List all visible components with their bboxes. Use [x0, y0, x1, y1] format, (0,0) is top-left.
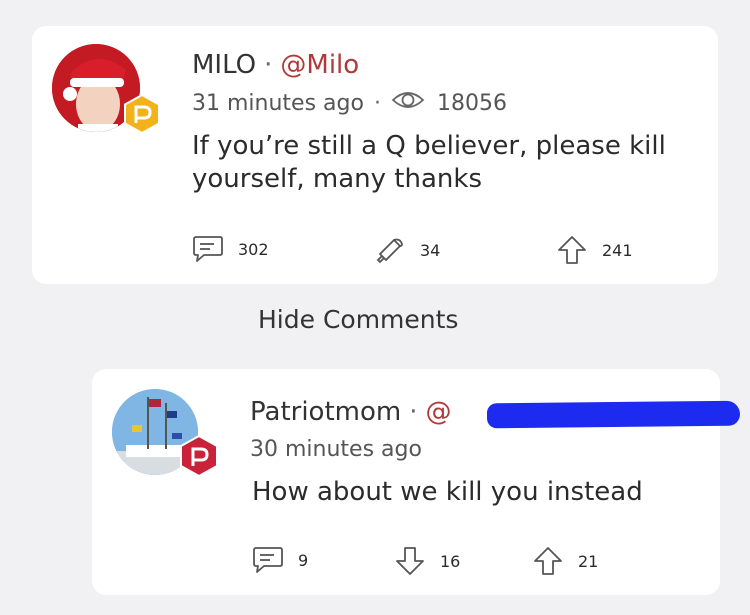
author-name[interactable]: MILO	[192, 50, 256, 80]
post-meta: 31 minutes ago · 18056	[192, 90, 507, 116]
speech-bubble-icon	[252, 545, 284, 575]
arrow-down-icon	[394, 545, 426, 577]
post-card: MILO · @Milo 31 minutes ago · 18056 If you…	[32, 26, 718, 284]
arrow-up-icon	[556, 234, 588, 266]
upvote-count: 21	[578, 551, 599, 571]
megaphone-icon	[374, 234, 406, 266]
separator-dot: ·	[264, 50, 273, 80]
upvote-count: 241	[602, 240, 633, 260]
comment-count: 302	[238, 239, 269, 259]
hide-comments-button[interactable]: Hide Comments	[258, 305, 458, 334]
arrow-up-icon	[532, 545, 564, 577]
upvote-button[interactable]: 241	[556, 234, 633, 266]
comment-body: How about we kill you instead	[252, 477, 643, 507]
post-time: 31 minutes ago	[192, 90, 364, 116]
echo-count: 34	[420, 240, 441, 260]
comment-button[interactable]: 302	[192, 234, 269, 264]
speech-bubble-icon	[192, 234, 224, 264]
author-handle[interactable]: @Milo	[280, 50, 359, 80]
author-name[interactable]: Patriotmom	[250, 397, 401, 427]
separator-dot: ·	[373, 90, 381, 116]
comment-button[interactable]: 9	[252, 545, 308, 575]
comment-time: 30 minutes ago	[250, 437, 422, 462]
post-body: If you’re still a Q believer, please kil…	[192, 131, 666, 194]
echo-button[interactable]: 34	[374, 234, 440, 266]
separator-dot: ·	[409, 397, 418, 427]
parler-badge-icon	[124, 94, 160, 134]
upvote-button[interactable]: 21	[532, 545, 598, 577]
redaction-scribble	[486, 400, 741, 429]
downvote-count: 16	[440, 551, 461, 571]
comment-count: 9	[298, 550, 309, 570]
author-handle[interactable]: @	[425, 397, 451, 427]
downvote-button[interactable]: 16	[394, 545, 460, 577]
eye-icon	[391, 90, 425, 116]
parler-badge-icon	[180, 435, 218, 477]
view-count: 18056	[436, 90, 507, 116]
comment-author-line: Patriotmom · @	[250, 397, 451, 427]
post-author-line: MILO · @Milo	[192, 50, 359, 80]
